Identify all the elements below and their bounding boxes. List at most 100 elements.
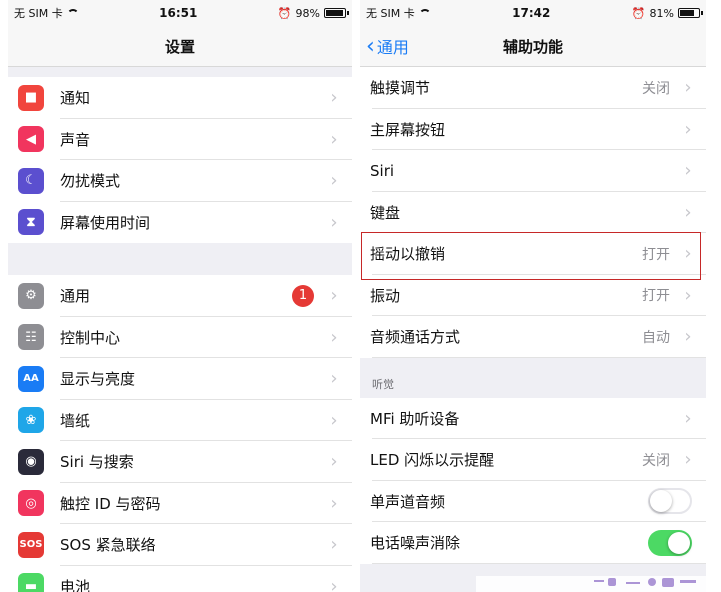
sound-icon: ◀ <box>18 126 44 153</box>
chevron-right-icon: › <box>684 449 692 471</box>
chevron-right-icon: › <box>684 243 692 265</box>
clock: 16:51 <box>159 6 198 20</box>
row-label: LED 闪烁以示提醒 <box>370 451 495 470</box>
settings-row[interactable]: ◎ 触控 ID 与密码 › <box>8 482 352 524</box>
row-value: 关闭 <box>642 452 670 469</box>
accessibility-row[interactable]: 主屏幕按钮 › <box>360 108 706 150</box>
carrier-label: 无 SIM 卡 <box>14 7 63 20</box>
settings-row[interactable]: AA 显示与亮度 › <box>8 358 352 400</box>
accessibility-row[interactable]: 振动 打开 › <box>360 274 706 316</box>
battery-percent: 81% <box>649 6 674 20</box>
battery-icon <box>323 8 349 18</box>
chevron-right-icon: › <box>684 160 692 182</box>
row-label: Siri <box>370 161 395 180</box>
settings-row-label: 屏幕使用时间 <box>60 213 151 232</box>
back-label: 通用 <box>376 38 409 57</box>
nav-bar: ‹ 通用 辅助功能 <box>360 26 706 67</box>
chevron-left-icon: ‹ <box>366 33 375 59</box>
chevron-right-icon: › <box>330 128 338 150</box>
hourglass-icon: ⧗ <box>18 209 44 236</box>
settings-row[interactable]: ⧗ 屏幕使用时间 › <box>8 201 352 243</box>
section-header-hearing: 听觉 <box>360 357 706 398</box>
battery-icon: ▬ <box>18 573 44 592</box>
accessibility-row[interactable]: MFi 助听设备 › <box>360 397 706 439</box>
chevron-right-icon: › <box>330 492 338 514</box>
page-title: 设置 <box>164 37 195 56</box>
row-value: 打开 <box>642 246 670 263</box>
chevron-right-icon: › <box>330 211 338 233</box>
toggle-knob <box>650 490 672 513</box>
accessibility-row[interactable]: 触摸调节 关闭 › <box>360 67 706 109</box>
battery-icon <box>677 8 703 18</box>
fingerprint-icon: ◎ <box>18 490 44 517</box>
wallpaper-icon: ❀ <box>18 407 44 434</box>
toggle-row: 单声道音频 <box>360 480 706 522</box>
settings-row-label: 通知 <box>60 89 91 108</box>
settings-row[interactable]: ▬ 电池 › <box>8 565 352 592</box>
row-value: 关闭 <box>642 80 670 97</box>
chevron-right-icon: › <box>330 409 338 431</box>
accessibility-list: 触摸调节 关闭 › 主屏幕按钮 › Siri › 键盘 › 摇动以撤销 打开 › 振动 打开 › 音频通话方式… <box>360 67 706 358</box>
row-label: 摇动以撤销 <box>370 245 446 264</box>
toggle-knob <box>668 531 690 554</box>
hearing-list: MFi 助听设备 › LED 闪烁以示提醒 关闭 › 单声道音频电话噪声消除 <box>360 397 706 564</box>
row-label: 振动 <box>370 286 401 305</box>
row-value: 打开 <box>642 288 670 305</box>
chevron-right-icon: › <box>684 284 692 306</box>
toggle-switch[interactable] <box>648 529 692 556</box>
accessibility-screen: 无 SIM 卡 17:42 ⏰ 81% ‹ 通用 辅助功能 触摸调节 关闭 › 主屏幕… <box>360 0 706 592</box>
sos-icon: SOS <box>18 531 44 558</box>
wifi-icon <box>66 8 79 18</box>
chevron-right-icon: › <box>330 285 338 307</box>
carrier-label: 无 SIM 卡 <box>366 7 415 20</box>
row-label: 主屏幕按钮 <box>370 120 446 139</box>
settings-row[interactable]: ☷ 控制中心 › <box>8 316 352 358</box>
chevron-right-icon: › <box>684 407 692 429</box>
nav-bar: 设置 <box>8 26 352 67</box>
settings-row-label: 墙纸 <box>60 411 91 430</box>
chevron-right-icon: › <box>330 326 338 348</box>
settings-row-label: 显示与亮度 <box>60 370 136 389</box>
settings-row[interactable]: ❀ 墙纸 › <box>8 399 352 441</box>
control-center-icon: ☷ <box>18 324 44 351</box>
toggle-switch[interactable] <box>648 488 692 515</box>
row-separator <box>372 356 706 358</box>
status-bar: 无 SIM 卡 16:51 ⏰ 98% <box>8 0 352 26</box>
settings-row-label: 通用 <box>60 287 91 306</box>
accessibility-row[interactable]: LED 闪烁以示提醒 关闭 › <box>360 439 706 481</box>
row-label: 音频通话方式 <box>370 328 461 347</box>
chevron-right-icon: › <box>684 326 692 348</box>
accessibility-row[interactable]: 摇动以撤销 打开 › <box>360 233 706 275</box>
accessibility-row[interactable]: Siri › <box>360 150 706 192</box>
settings-row-label: 控制中心 <box>60 328 121 347</box>
toggle-row: 电话噪声消除 <box>360 522 706 564</box>
watermark <box>476 576 706 592</box>
row-value: 自动 <box>642 329 670 346</box>
settings-row[interactable]: ■ 通知 › <box>8 77 352 119</box>
chevron-right-icon: › <box>684 77 692 99</box>
settings-row-label: SOS 紧急联络 <box>60 536 156 555</box>
accessibility-row[interactable]: 键盘 › <box>360 191 706 233</box>
chevron-right-icon: › <box>330 170 338 192</box>
row-label: MFi 助听设备 <box>370 409 460 428</box>
settings-row[interactable]: ◀ 声音 › <box>8 118 352 160</box>
chevron-right-icon: › <box>330 575 338 592</box>
settings-row[interactable]: SOS SOS 紧急联络 › <box>8 524 352 566</box>
row-separator <box>372 562 706 564</box>
display-icon: AA <box>18 365 44 392</box>
gear-icon: ⚙ <box>18 282 44 309</box>
back-button[interactable]: ‹ 通用 <box>366 26 409 66</box>
moon-icon: ☾ <box>18 167 44 194</box>
chevron-right-icon: › <box>330 368 338 390</box>
row-label: 单声道音频 <box>370 492 446 511</box>
page-title: 辅助功能 <box>502 37 563 56</box>
settings-row[interactable]: ◉ Siri 与搜索 › <box>8 441 352 483</box>
settings-row-label: 声音 <box>60 130 91 149</box>
settings-row[interactable]: ☾ 勿扰模式 › <box>8 160 352 202</box>
row-label: 电话噪声消除 <box>370 534 461 553</box>
settings-row[interactable]: ⚙ 通用 1 › <box>8 275 352 317</box>
settings-row-label: 触控 ID 与密码 <box>60 494 161 513</box>
chevron-right-icon: › <box>330 534 338 556</box>
clock: 17:42 <box>512 6 551 20</box>
accessibility-row[interactable]: 音频通话方式 自动 › <box>360 316 706 358</box>
